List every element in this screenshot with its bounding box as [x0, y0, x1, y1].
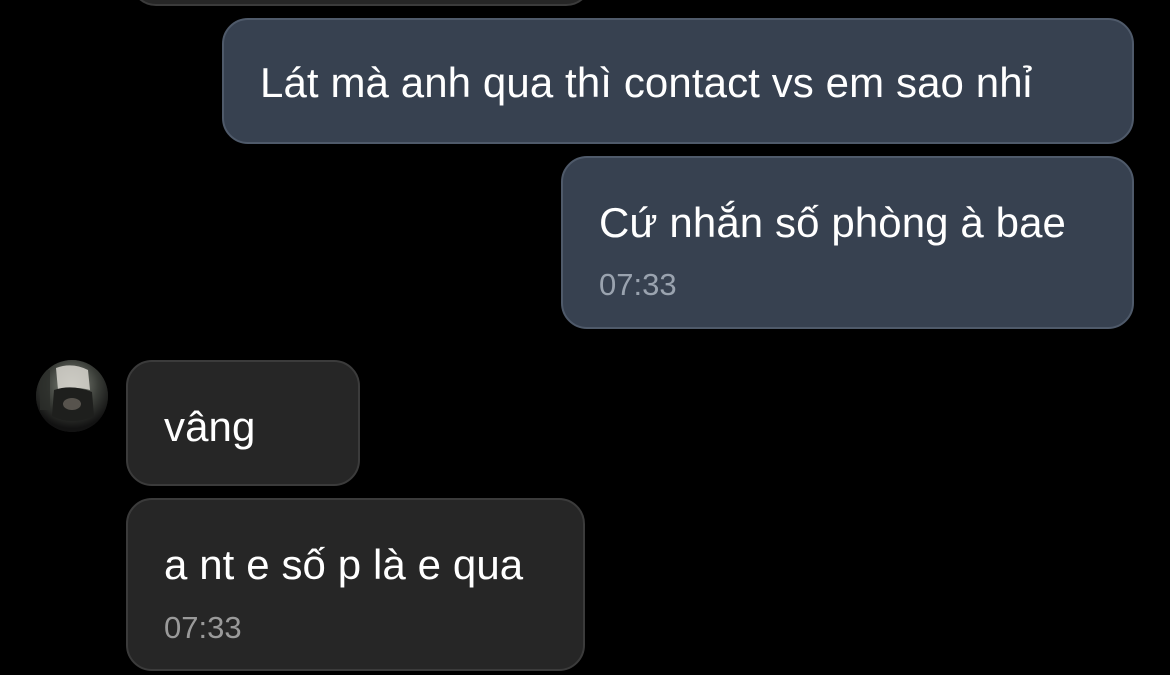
outgoing-message-bubble[interactable]: Cứ nhắn số phòng à bae 07:33 — [561, 156, 1134, 329]
message-text: a nt e số p là e qua — [164, 541, 524, 588]
message-text: Lát mà anh qua thì contact vs em sao nhỉ — [260, 59, 1033, 106]
incoming-message-bubble[interactable]: a nt e số p là e qua 07:33 — [126, 498, 585, 671]
outgoing-message-bubble[interactable]: Lát mà anh qua thì contact vs em sao nhỉ — [222, 18, 1134, 144]
message-text: vâng — [164, 403, 256, 450]
previous-message-bubble[interactable] — [130, 0, 592, 6]
avatar-photo-icon — [36, 360, 108, 432]
message-timestamp: 07:33 — [599, 267, 677, 302]
message-timestamp: 07:33 — [164, 610, 242, 645]
contact-avatar[interactable] — [36, 360, 108, 432]
message-text: Cứ nhắn số phòng à bae — [599, 199, 1067, 246]
incoming-message-bubble[interactable]: vâng — [126, 360, 360, 486]
